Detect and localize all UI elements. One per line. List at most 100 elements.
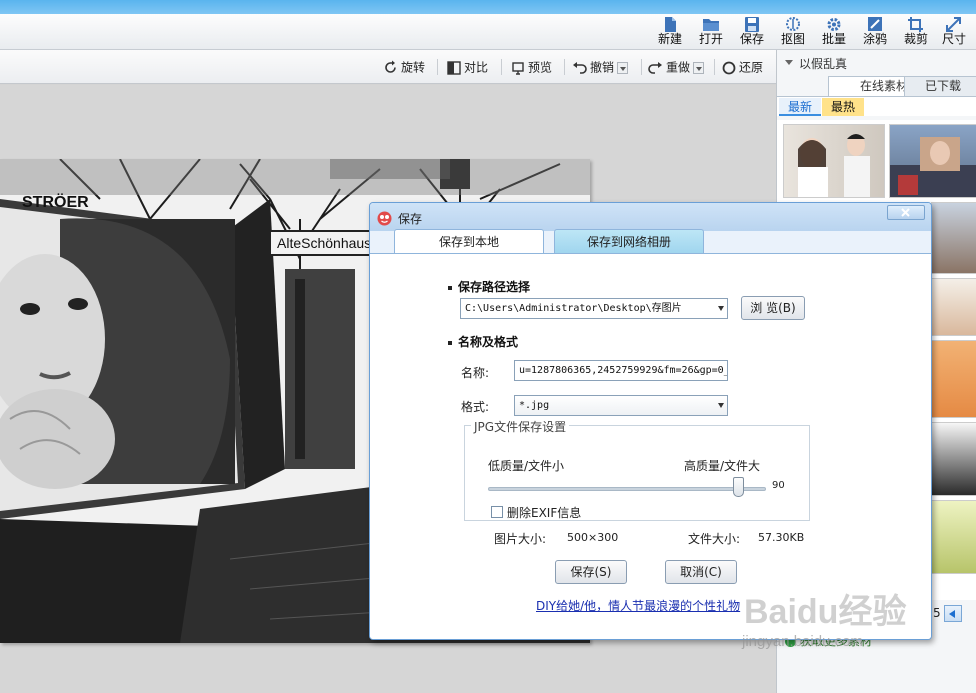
batch-label: 批量 [821, 32, 846, 46]
jpg-settings-title: JPG文件保存设置 [471, 418, 570, 435]
material-subtabs: 最新 最热 [777, 96, 976, 116]
thumbnail[interactable] [931, 202, 976, 274]
tab-downloaded-label: 已下载 [924, 79, 961, 93]
quality-high-label: 高质量/文件大 [684, 459, 761, 473]
page-number: 5 [933, 606, 941, 620]
undo-button[interactable]: 撤销 [572, 58, 629, 76]
compare-label: 对比 [464, 60, 489, 75]
dialog-body: 保存路径选择 C:\Users\Administrator\Desktop\存图… [370, 253, 931, 639]
preview-button[interactable]: 预览 [511, 58, 552, 76]
doodle-label: 涂鸦 [862, 32, 887, 46]
resize-icon [946, 17, 961, 32]
save-label: 保存 [739, 32, 764, 46]
rotate-button[interactable]: 旋转 [383, 58, 425, 76]
format-select[interactable]: *.jpg [514, 395, 728, 416]
rotate-label: 旋转 [401, 60, 426, 75]
thumbnail[interactable] [783, 124, 885, 198]
thumbnail[interactable] [931, 340, 976, 418]
panel-header-label: 以假乱真 [799, 57, 848, 71]
folder-icon [703, 19, 719, 31]
pager: 5 [933, 605, 962, 622]
thumbnail[interactable] [931, 422, 976, 496]
quality-slider-thumb[interactable] [732, 477, 744, 497]
cutout-icon [786, 17, 800, 31]
chevron-down-icon [718, 306, 724, 314]
collapse-arrow-icon [785, 60, 793, 69]
tab-downloaded[interactable]: 已下载 [904, 76, 976, 96]
save-button-label: 保存(S) [570, 565, 612, 579]
crop-button[interactable]: 裁剪 [896, 16, 936, 50]
undo-icon [573, 61, 587, 74]
toolbar-divider [641, 59, 642, 75]
open-label: 打开 [698, 32, 723, 46]
restore-button[interactable]: 还原 [722, 58, 763, 76]
save-button[interactable]: 保存(S) [555, 560, 627, 584]
browse-label: 浏 览(B) [750, 301, 796, 315]
restore-icon [722, 61, 736, 74]
thumbnail[interactable] [889, 124, 976, 198]
dialog-titlebar[interactable]: 保存 [370, 203, 931, 231]
bullet-icon [448, 340, 452, 345]
cancel-button[interactable]: 取消(C) [665, 560, 737, 584]
size-label: 尺寸 [941, 32, 966, 46]
tab-save-online-label: 保存到网络相册 [586, 235, 671, 249]
file-name-input[interactable]: u=1287806365,2452759929&fm=26&gp=0_ [514, 360, 728, 381]
browse-button[interactable]: 浏 览(B) [741, 296, 805, 320]
toolbar-divider [437, 59, 438, 75]
name-label: 名称: [461, 366, 490, 380]
save-toolbar-button[interactable]: 保存 [732, 16, 772, 50]
save-dialog: 保存 保存到本地 保存到网络相册 保存路径选择 C:\Users\Adminis… [369, 202, 932, 640]
section-save-path: 保存路径选择 [448, 278, 530, 295]
compare-button[interactable]: 对比 [447, 58, 488, 76]
format-label: 格式: [461, 400, 490, 414]
save-path-select[interactable]: C:\Users\Administrator\Desktop\存图片 [460, 298, 728, 319]
size-button[interactable]: 尺寸 [934, 16, 974, 50]
tab-save-local[interactable]: 保存到本地 [394, 229, 544, 254]
remove-exif-label: 删除EXIF信息 [507, 506, 582, 520]
section-name-format: 名称及格式 [448, 333, 518, 350]
new-button[interactable]: 新建 [650, 16, 690, 50]
remove-exif-checkbox[interactable] [491, 506, 503, 518]
tab-online-label: 在线素材 [859, 79, 908, 93]
chevron-down-icon [718, 403, 724, 411]
rotate-icon [385, 60, 396, 73]
panel-header[interactable]: 以假乱真 [785, 55, 847, 72]
redo-dropdown-icon[interactable] [693, 61, 705, 74]
cutout-button[interactable]: 抠图 [773, 16, 813, 50]
tab-save-local-label: 保存到本地 [438, 235, 499, 249]
compare-icon [447, 60, 461, 75]
redo-button[interactable]: 重做 [648, 58, 705, 76]
gear-icon [827, 18, 841, 31]
thumbnail-image [890, 137, 976, 197]
tab-save-online-album[interactable]: 保存到网络相册 [554, 229, 704, 254]
section-name-format-label: 名称及格式 [458, 335, 519, 349]
promo-link[interactable]: DIY给她/他，情人节最浪漫的个性礼物 [536, 597, 740, 614]
thumbnail-image [798, 134, 870, 197]
crop-label: 裁剪 [903, 32, 928, 46]
thumbnail[interactable] [931, 500, 976, 574]
thumbnail[interactable] [931, 278, 976, 336]
crop-icon [908, 17, 923, 32]
close-button[interactable] [887, 205, 925, 220]
image-size-value: 500×300 [567, 531, 619, 544]
bullet-icon [448, 285, 452, 290]
new-file-icon [665, 17, 676, 32]
undo-dropdown-icon[interactable] [617, 61, 629, 74]
open-button[interactable]: 打开 [691, 16, 731, 50]
batch-button[interactable]: 批量 [814, 16, 854, 50]
doodle-button[interactable]: 涂鸦 [855, 16, 895, 50]
close-icon [901, 208, 910, 217]
new-label: 新建 [657, 32, 682, 46]
undo-label: 撤销 [590, 60, 615, 75]
doodle-icon [868, 17, 882, 31]
cancel-button-label: 取消(C) [680, 565, 722, 579]
toolbar-divider [564, 59, 565, 75]
quality-slider-track[interactable] [488, 487, 766, 491]
street-sign-text: AlteSchönhause [277, 235, 379, 251]
file-size-value: 57.30KB [758, 531, 805, 544]
cutout-label: 抠图 [780, 32, 805, 46]
subtab-hottest[interactable]: 最热 [822, 98, 864, 116]
restore-label: 还原 [739, 60, 764, 75]
prev-page-icon[interactable] [943, 605, 962, 622]
subtab-newest[interactable]: 最新 [779, 98, 821, 116]
